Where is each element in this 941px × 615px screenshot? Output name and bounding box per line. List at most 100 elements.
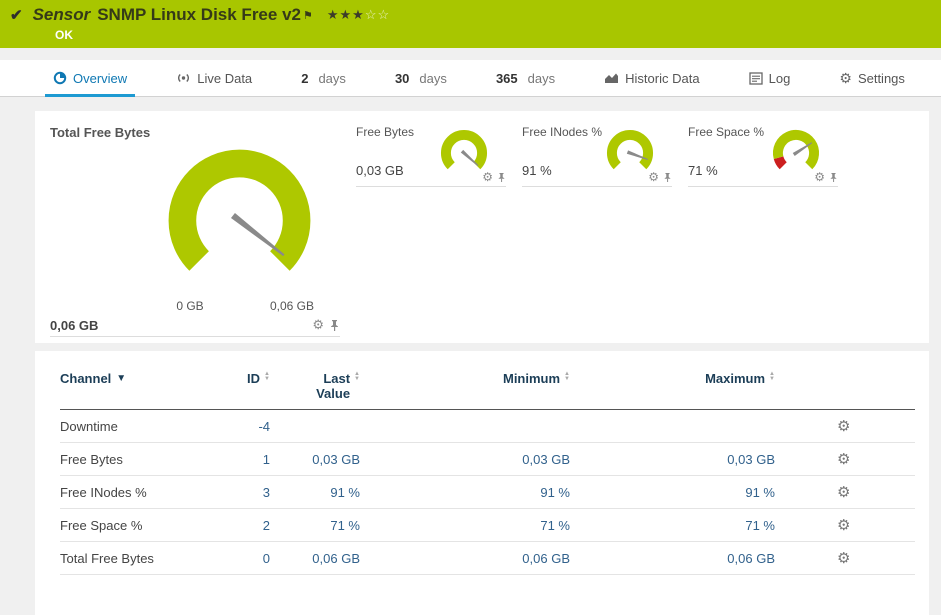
channel-name[interactable]: Free INodes % bbox=[60, 485, 210, 500]
channel-name[interactable]: Downtime bbox=[60, 419, 210, 434]
gauge-settings-icon[interactable]: ⚙ bbox=[312, 317, 324, 333]
sensor-status-badge: OK bbox=[55, 28, 73, 42]
page-title: SNMP Linux Disk Free v2 bbox=[97, 5, 301, 24]
settings-gear-icon: ⚙ bbox=[839, 69, 852, 86]
gauge-pin-icon[interactable] bbox=[329, 319, 340, 332]
column-header-channel[interactable]: Channel ▼ bbox=[60, 371, 210, 386]
tab-historic-data[interactable]: Historic Data bbox=[596, 60, 707, 96]
tab-settings[interactable]: ⚙ Settings bbox=[831, 60, 913, 96]
table-row[interactable]: Free Bytes 1 0,03 GB 0,03 GB 0,03 GB ⚙ bbox=[60, 443, 915, 476]
gauge-pin-icon[interactable] bbox=[497, 172, 506, 183]
sensor-header: ✔ Sensor SNMP Linux Disk Free v2 ⚑ ★★★☆☆… bbox=[0, 0, 941, 48]
main-gauge-block: Total Free Bytes 0 GB 0,06 GB 0,06 GB ⚙ bbox=[50, 125, 340, 337]
gauge-pin-icon[interactable] bbox=[663, 172, 672, 183]
tab-live-data[interactable]: Live Data bbox=[168, 60, 260, 96]
table-row[interactable]: Total Free Bytes 0 0,06 GB 0,06 GB 0,06 … bbox=[60, 542, 915, 575]
channel-name[interactable]: Free Space % bbox=[60, 518, 210, 533]
tab-label: Live Data bbox=[197, 70, 253, 86]
column-header-minimum[interactable]: Minimum ▲ ▼ bbox=[360, 371, 570, 386]
gauge-settings-icon[interactable]: ⚙ bbox=[482, 170, 493, 184]
channel-last-value: 91 % bbox=[330, 484, 360, 500]
small-gauge-value: 91 % bbox=[522, 163, 552, 178]
channel-last-value: 71 % bbox=[330, 517, 360, 533]
table-row[interactable]: Downtime -4 ⚙ bbox=[60, 410, 915, 443]
object-kind-label: Sensor bbox=[32, 5, 91, 24]
column-header-maximum[interactable]: Maximum ▲ ▼ bbox=[570, 371, 775, 386]
overview-gauge-icon bbox=[53, 71, 67, 85]
channel-settings-icon[interactable]: ⚙ bbox=[837, 418, 850, 435]
flag-icon: ⚑ bbox=[302, 9, 313, 22]
column-label: Last Value bbox=[316, 371, 351, 401]
channel-maximum: 0,03 GB bbox=[727, 451, 775, 467]
tab-365-days[interactable]: 365 days bbox=[488, 60, 563, 96]
column-label: Minimum bbox=[502, 371, 561, 386]
small-gauge-block-free-inodes: Free INodes % 91 % ⚙ bbox=[522, 125, 672, 187]
channel-table-panel: Channel ▼ ID ▲ ▼ Last Value ▲ ▼ Minimum ▲ ▼… bbox=[35, 351, 929, 615]
tab-label: Historic Data bbox=[625, 70, 700, 86]
table-row[interactable]: Free Space % 2 71 % 71 % 71 % ⚙ bbox=[60, 509, 915, 542]
small-gauge-block-free-bytes: Free Bytes 0,03 GB ⚙ bbox=[356, 125, 506, 187]
channel-id: 3 bbox=[262, 484, 270, 500]
gauge-settings-icon[interactable]: ⚙ bbox=[648, 170, 659, 184]
tab-label: days bbox=[419, 70, 447, 86]
tab-30-days[interactable]: 30 days bbox=[387, 60, 455, 96]
column-header-last-value[interactable]: Last Value ▲ ▼ bbox=[270, 371, 360, 401]
small-gauge-value: 0,03 GB bbox=[356, 163, 404, 178]
channel-settings-icon[interactable]: ⚙ bbox=[837, 451, 850, 468]
gauge-pin-icon[interactable] bbox=[829, 172, 838, 183]
column-label: Channel bbox=[60, 371, 112, 386]
channel-minimum: 0,03 GB bbox=[522, 451, 570, 467]
tab-overview[interactable]: Overview bbox=[45, 60, 136, 97]
tab-label: days bbox=[318, 70, 346, 86]
channel-id: -4 bbox=[258, 418, 270, 434]
sort-active-caret-icon: ▼ bbox=[116, 373, 127, 384]
channel-maximum: 71 % bbox=[745, 517, 775, 533]
small-gauge-value: 71 % bbox=[688, 163, 718, 178]
channel-id: 0 bbox=[262, 550, 270, 566]
column-label: ID bbox=[247, 371, 261, 386]
log-list-icon bbox=[748, 71, 763, 85]
table-row[interactable]: Free INodes % 3 91 % 91 % 91 % ⚙ bbox=[60, 476, 915, 509]
column-label: Maximum bbox=[705, 371, 766, 386]
channel-name[interactable]: Free Bytes bbox=[60, 452, 210, 467]
channel-maximum: 0,06 GB bbox=[727, 550, 775, 566]
gauge-min-label: 0 GB bbox=[176, 299, 204, 313]
total-free-bytes-gauge bbox=[168, 149, 311, 271]
channel-settings-icon[interactable]: ⚙ bbox=[837, 550, 850, 567]
stars-empty[interactable]: ☆☆ bbox=[365, 7, 390, 22]
channel-last-value: 0,06 GB bbox=[312, 550, 360, 566]
tab-day-number: 365 bbox=[495, 70, 518, 86]
channel-maximum: 91 % bbox=[745, 484, 775, 500]
tab-label: Overview bbox=[73, 70, 128, 86]
channel-settings-icon[interactable]: ⚙ bbox=[837, 517, 850, 534]
tab-label: Log bbox=[768, 70, 791, 86]
tab-label: Settings bbox=[857, 70, 905, 86]
small-gauge-block-free-space: Free Space % 71 % ⚙ bbox=[688, 125, 838, 187]
channel-minimum: 0,06 GB bbox=[522, 550, 570, 566]
live-data-broadcast-icon bbox=[176, 71, 191, 85]
column-header-id[interactable]: ID ▲ ▼ bbox=[210, 371, 270, 386]
tab-label: days bbox=[527, 70, 556, 86]
table-header-row: Channel ▼ ID ▲ ▼ Last Value ▲ ▼ Minimum ▲ ▼… bbox=[60, 363, 915, 410]
gauge-max-label: 0,06 GB bbox=[269, 299, 315, 313]
channel-minimum: 91 % bbox=[540, 484, 570, 500]
tab-day-number: 30 bbox=[394, 70, 410, 86]
tab-bar: Overview Live Data 2 days 30 days 365 da… bbox=[0, 60, 941, 97]
main-gauge-value: 0,06 GB bbox=[50, 318, 99, 333]
stars-filled[interactable]: ★★★ bbox=[327, 7, 365, 22]
tab-day-number: 2 bbox=[301, 70, 309, 86]
sort-arrows-icon: ▲ ▼ bbox=[769, 371, 775, 383]
historic-chart-icon bbox=[604, 71, 619, 85]
gauges-panel: Total Free Bytes 0 GB 0,06 GB 0,06 GB ⚙ bbox=[35, 111, 929, 343]
channel-minimum: 71 % bbox=[540, 517, 570, 533]
status-ok-check-icon: ✔ bbox=[10, 7, 23, 24]
priority-star-rating[interactable]: ★★★☆☆ bbox=[327, 7, 390, 23]
channel-id: 1 bbox=[262, 451, 270, 467]
tab-log[interactable]: Log bbox=[741, 60, 799, 96]
channel-settings-icon[interactable]: ⚙ bbox=[837, 484, 850, 501]
channel-last-value: 0,03 GB bbox=[312, 451, 360, 467]
channel-id: 2 bbox=[262, 517, 270, 533]
tab-2-days[interactable]: 2 days bbox=[293, 60, 354, 96]
channel-name[interactable]: Total Free Bytes bbox=[60, 551, 210, 566]
gauge-settings-icon[interactable]: ⚙ bbox=[814, 170, 825, 184]
